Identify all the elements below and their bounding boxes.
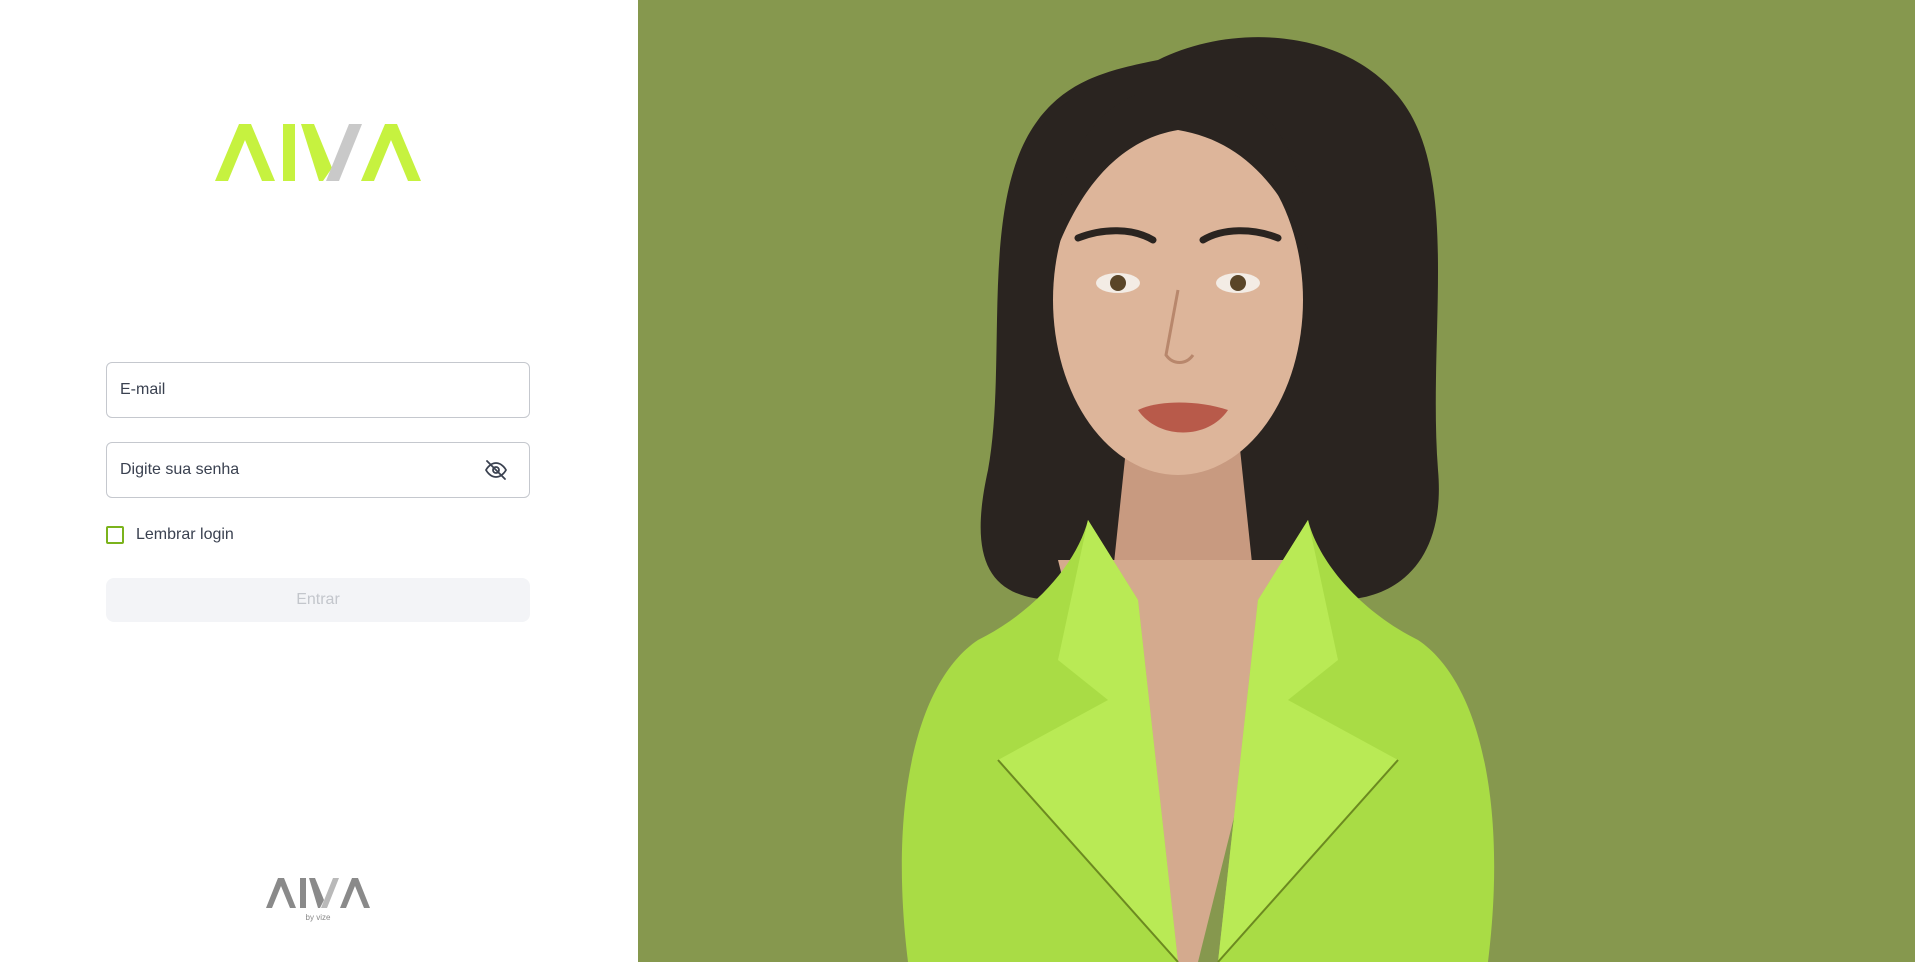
- login-panel: Lembrar login Entrar by vize: [0, 0, 638, 962]
- email-field[interactable]: [106, 362, 530, 418]
- aiva-logo: [215, 124, 421, 181]
- remember-login[interactable]: Lembrar login: [106, 526, 530, 544]
- submit-button[interactable]: Entrar: [106, 578, 530, 622]
- footer-tagline: by vize: [306, 913, 331, 922]
- login-form: Lembrar login Entrar: [106, 362, 530, 622]
- hero-panel: [638, 0, 1915, 962]
- remember-checkbox[interactable]: [106, 526, 124, 544]
- password-field[interactable]: [106, 442, 530, 498]
- avatar-illustration: [901, 37, 1495, 962]
- password-input[interactable]: [120, 461, 516, 479]
- login-page: Lembrar login Entrar by vize: [0, 0, 1915, 962]
- remember-label: Lembrar login: [136, 526, 234, 543]
- email-input[interactable]: [120, 381, 516, 399]
- aiva-footer-logo: by vize: [266, 878, 370, 922]
- eye-off-icon[interactable]: [483, 457, 509, 483]
